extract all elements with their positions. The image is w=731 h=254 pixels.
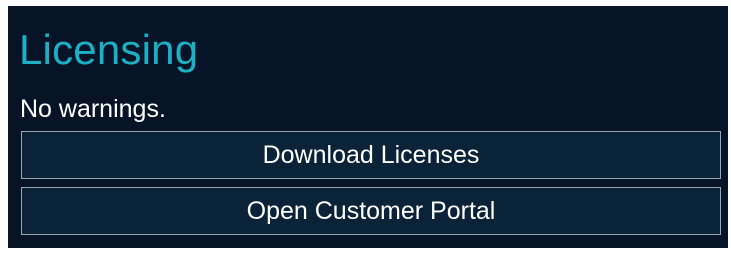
license-status-text: No warnings. — [20, 95, 166, 123]
section-title: Licensing — [19, 26, 199, 73]
open-customer-portal-label: Open Customer Portal — [246, 196, 496, 225]
download-licenses-button[interactable]: Download Licenses — [21, 131, 721, 179]
licensing-panel: Licensing No warnings. Download Licenses… — [8, 6, 728, 248]
download-licenses-label: Download Licenses — [262, 140, 480, 169]
open-customer-portal-button[interactable]: Open Customer Portal — [21, 187, 721, 235]
